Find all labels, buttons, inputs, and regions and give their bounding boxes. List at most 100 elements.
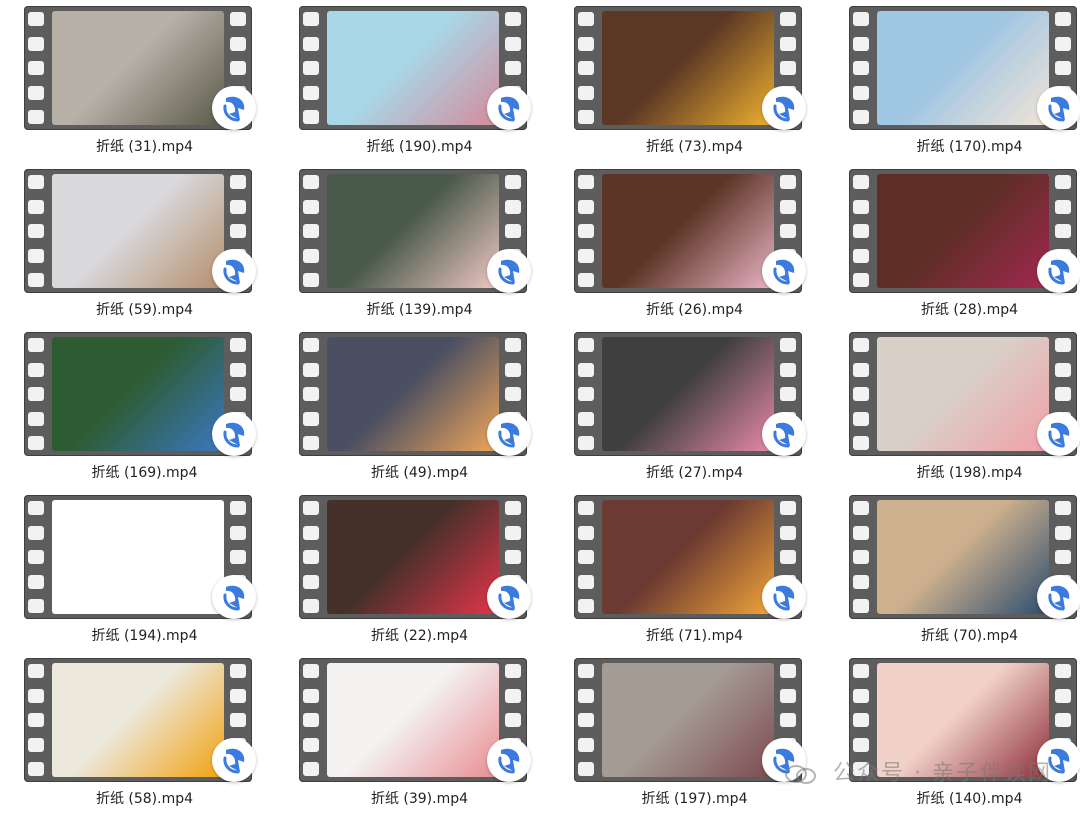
sprocket-hole <box>578 737 594 752</box>
file-grid: 折纸 (31).mp4 折纸 (190).mp4 折纸 (73).mp4 折纸 (17… <box>0 0 1080 813</box>
sprocket-hole <box>28 664 44 678</box>
media-player-icon <box>212 412 256 456</box>
sprocket-hole <box>853 501 869 515</box>
sprocket-hole <box>853 36 869 51</box>
sprocket-hole <box>853 61 869 75</box>
sprocket-hole <box>28 599 44 613</box>
sprocket-hole <box>780 199 796 214</box>
sprocket-hole <box>780 12 796 26</box>
sprocket-hole <box>303 501 319 515</box>
video-file-item[interactable]: 折纸 (26).mp4 <box>562 163 806 323</box>
sprocket-hole <box>28 36 44 51</box>
sprocket-hole <box>303 362 319 377</box>
blank-thumbnail <box>52 500 224 614</box>
media-player-icon <box>487 86 531 130</box>
sprocket-hole <box>230 61 246 75</box>
video-file-item[interactable]: 折纸 (22).mp4 <box>287 489 531 649</box>
video-file-item[interactable]: 折纸 (39).mp4 <box>287 652 531 812</box>
file-name-label: 折纸 (31).mp4 <box>95 139 194 155</box>
left-sprocket-holes <box>28 501 46 613</box>
video-file-item[interactable]: 折纸 (31).mp4 <box>12 0 256 160</box>
sprocket-hole <box>780 387 796 401</box>
left-sprocket-holes <box>578 338 596 450</box>
video-file-item[interactable]: 折纸 (58).mp4 <box>12 652 256 812</box>
file-name-label: 折纸 (28).mp4 <box>920 302 1019 318</box>
sprocket-hole <box>230 36 246 51</box>
video-file-item[interactable]: 折纸 (194).mp4 <box>12 489 256 649</box>
sprocket-hole <box>505 175 521 189</box>
wechat-icon <box>785 765 817 784</box>
file-name-label: 折纸 (49).mp4 <box>370 465 469 481</box>
sunflower-cake-thumbnail <box>52 663 224 777</box>
sprocket-hole <box>853 362 869 377</box>
sprocket-hole <box>578 762 594 776</box>
file-name-label: 折纸 (39).mp4 <box>370 791 469 807</box>
sprocket-hole <box>303 411 319 426</box>
sprocket-hole <box>230 525 246 540</box>
sprocket-hole <box>780 338 796 352</box>
left-sprocket-holes <box>28 338 46 450</box>
left-sprocket-holes <box>853 501 871 613</box>
video-file-item[interactable]: 折纸 (190).mp4 <box>287 0 531 160</box>
sprocket-hole <box>853 411 869 426</box>
sprocket-hole <box>853 224 869 238</box>
sprocket-hole <box>1055 525 1071 540</box>
left-sprocket-holes <box>853 175 871 287</box>
sprocket-hole <box>505 525 521 540</box>
sprocket-hole <box>853 737 869 752</box>
media-player-icon <box>1037 86 1080 130</box>
sprocket-hole <box>578 501 594 515</box>
sprocket-hole <box>853 599 869 613</box>
left-sprocket-holes <box>578 12 596 124</box>
sprocket-hole <box>1055 338 1071 352</box>
gift-bows-thumbnail <box>52 174 224 288</box>
left-sprocket-holes <box>303 175 321 287</box>
sprocket-hole <box>28 501 44 515</box>
video-file-item[interactable]: 折纸 (198).mp4 <box>837 326 1080 486</box>
video-file-item[interactable]: 折纸 (59).mp4 <box>12 163 256 323</box>
sprocket-hole <box>578 411 594 426</box>
sprocket-hole <box>853 175 869 189</box>
video-file-item[interactable]: 折纸 (139).mp4 <box>287 163 531 323</box>
sprocket-hole <box>28 762 44 776</box>
sprocket-hole <box>28 199 44 214</box>
sprocket-hole <box>230 199 246 214</box>
sprocket-hole <box>853 574 869 589</box>
left-sprocket-holes <box>28 664 46 776</box>
left-sprocket-holes <box>303 664 321 776</box>
sprocket-hole <box>578 85 594 100</box>
sprocket-hole <box>230 501 246 515</box>
sprocket-hole <box>780 175 796 189</box>
sprocket-hole <box>28 688 44 703</box>
video-file-item[interactable]: 折纸 (197).mp4 <box>562 652 806 812</box>
sprocket-hole <box>303 12 319 26</box>
sprocket-hole <box>303 664 319 678</box>
video-file-item[interactable]: 折纸 (27).mp4 <box>562 326 806 486</box>
video-file-item[interactable]: 折纸 (140).mp4 <box>837 652 1080 812</box>
video-file-item[interactable]: 折纸 (49).mp4 <box>287 326 531 486</box>
media-player-icon <box>487 412 531 456</box>
sprocket-hole <box>853 664 869 678</box>
sprocket-hole <box>303 436 319 450</box>
sprocket-hole <box>230 664 246 678</box>
sprocket-hole <box>505 688 521 703</box>
christmas-stars-thumbnail <box>52 337 224 451</box>
video-file-item[interactable]: 折纸 (71).mp4 <box>562 489 806 649</box>
sprocket-hole <box>28 110 44 124</box>
sprocket-hole <box>1055 688 1071 703</box>
file-name-label: 折纸 (71).mp4 <box>645 628 744 644</box>
video-file-item[interactable]: 折纸 (73).mp4 <box>562 0 806 160</box>
sprocket-hole <box>853 387 869 401</box>
media-player-icon <box>487 738 531 782</box>
video-file-item[interactable]: 折纸 (70).mp4 <box>837 489 1080 649</box>
sprocket-hole <box>780 713 796 727</box>
sprocket-hole <box>780 525 796 540</box>
left-sprocket-holes <box>853 12 871 124</box>
sprocket-hole <box>1055 61 1071 75</box>
sprocket-hole <box>578 713 594 727</box>
video-file-item[interactable]: 折纸 (169).mp4 <box>12 326 256 486</box>
pompom-hearts-thumbnail <box>327 500 499 614</box>
video-file-item[interactable]: 折纸 (28).mp4 <box>837 163 1080 323</box>
quilled-flowers-thumbnail <box>602 663 774 777</box>
video-file-item[interactable]: 折纸 (170).mp4 <box>837 0 1080 160</box>
